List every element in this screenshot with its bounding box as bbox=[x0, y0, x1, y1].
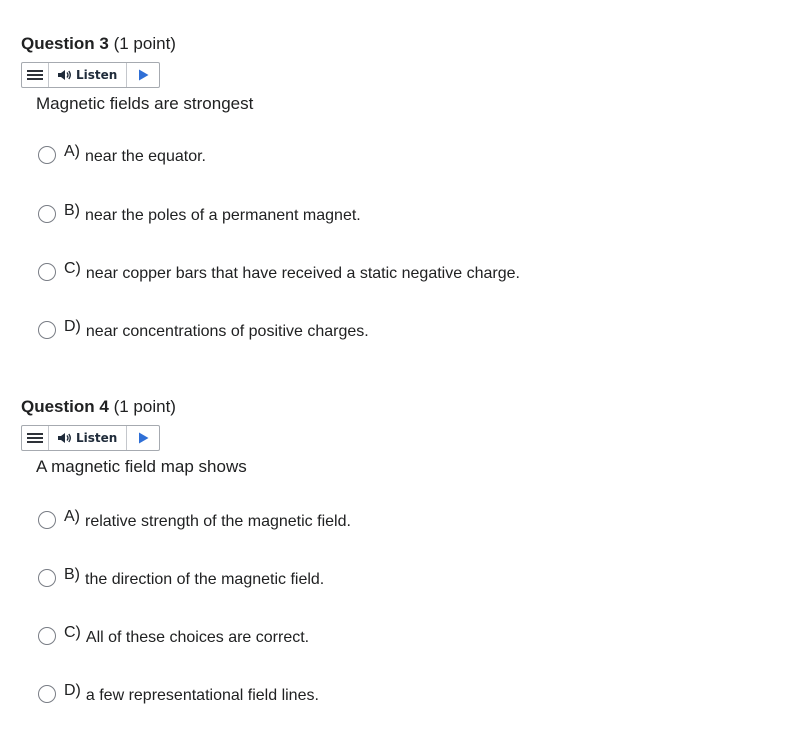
play-icon bbox=[138, 432, 149, 444]
answer-option-c[interactable]: C) near copper bars that have received a… bbox=[38, 259, 520, 285]
option-text: relative strength of the magnetic field. bbox=[85, 513, 351, 530]
option-text: near copper bars that have received a st… bbox=[85, 265, 520, 282]
question-name: Question 3 bbox=[21, 34, 109, 53]
option-letter: D) bbox=[64, 318, 81, 335]
listen-button[interactable]: Listen bbox=[49, 426, 128, 450]
option-text: a few representational field lines. bbox=[85, 687, 319, 704]
option-text: the direction of the magnetic field. bbox=[85, 571, 325, 588]
radio-button[interactable] bbox=[38, 511, 56, 529]
option-letter: C) bbox=[64, 260, 81, 277]
speaker-icon bbox=[58, 70, 71, 80]
play-button[interactable] bbox=[127, 63, 159, 87]
option-text: near the poles of a permanent magnet. bbox=[85, 207, 361, 224]
radio-button[interactable] bbox=[38, 205, 56, 223]
readspeaker-toolbar: Listen bbox=[21, 62, 160, 88]
option-text: near concentrations of positive charges. bbox=[85, 323, 369, 340]
answer-option-d[interactable]: D) near concentrations of positive charg… bbox=[38, 317, 369, 343]
readspeaker-toolbar: Listen bbox=[21, 425, 160, 451]
question-title: Question 3 (1 point) bbox=[21, 34, 176, 54]
question-points: (1 point) bbox=[113, 397, 176, 416]
answer-option-b[interactable]: B) the direction of the magnetic field. bbox=[38, 565, 324, 591]
readspeaker-menu-button[interactable] bbox=[22, 63, 49, 87]
answer-option-b[interactable]: B) near the poles of a permanent magnet. bbox=[38, 201, 361, 227]
option-letter: B) bbox=[64, 566, 80, 583]
option-letter: B) bbox=[64, 202, 80, 219]
question-prompt: A magnetic field map shows bbox=[36, 457, 247, 476]
option-text: All of these choices are correct. bbox=[85, 629, 310, 646]
option-letter: C) bbox=[64, 624, 81, 641]
play-button[interactable] bbox=[127, 426, 159, 450]
speaker-icon bbox=[58, 433, 71, 443]
question-name: Question 4 bbox=[21, 397, 109, 416]
radio-button[interactable] bbox=[38, 685, 56, 703]
readspeaker-menu-button[interactable] bbox=[22, 426, 49, 450]
radio-button[interactable] bbox=[38, 569, 56, 587]
question-prompt: Magnetic fields are strongest bbox=[36, 94, 254, 113]
answer-option-c[interactable]: C) All of these choices are correct. bbox=[38, 623, 309, 649]
listen-button[interactable]: Listen bbox=[49, 63, 128, 87]
menu-icon bbox=[27, 69, 43, 81]
question-4: Question 4 (1 point) Listen A magnetic f… bbox=[21, 397, 781, 717]
listen-label: Listen bbox=[76, 431, 118, 445]
answer-option-d[interactable]: D) a few representational field lines. bbox=[38, 681, 319, 707]
answer-option-a[interactable]: A) near the equator. bbox=[38, 142, 206, 168]
radio-button[interactable] bbox=[38, 263, 56, 281]
question-3: Question 3 (1 point) Listen Magnetic fie… bbox=[21, 34, 781, 354]
listen-label: Listen bbox=[76, 68, 118, 82]
radio-button[interactable] bbox=[38, 146, 56, 164]
option-text: near the equator. bbox=[85, 148, 206, 165]
question-points: (1 point) bbox=[113, 34, 176, 53]
menu-icon bbox=[27, 432, 43, 444]
radio-button[interactable] bbox=[38, 321, 56, 339]
answer-option-a[interactable]: A) relative strength of the magnetic fie… bbox=[38, 507, 351, 533]
question-title: Question 4 (1 point) bbox=[21, 397, 176, 417]
option-letter: A) bbox=[64, 508, 80, 525]
play-icon bbox=[138, 69, 149, 81]
option-letter: A) bbox=[64, 143, 80, 160]
option-letter: D) bbox=[64, 682, 81, 699]
radio-button[interactable] bbox=[38, 627, 56, 645]
